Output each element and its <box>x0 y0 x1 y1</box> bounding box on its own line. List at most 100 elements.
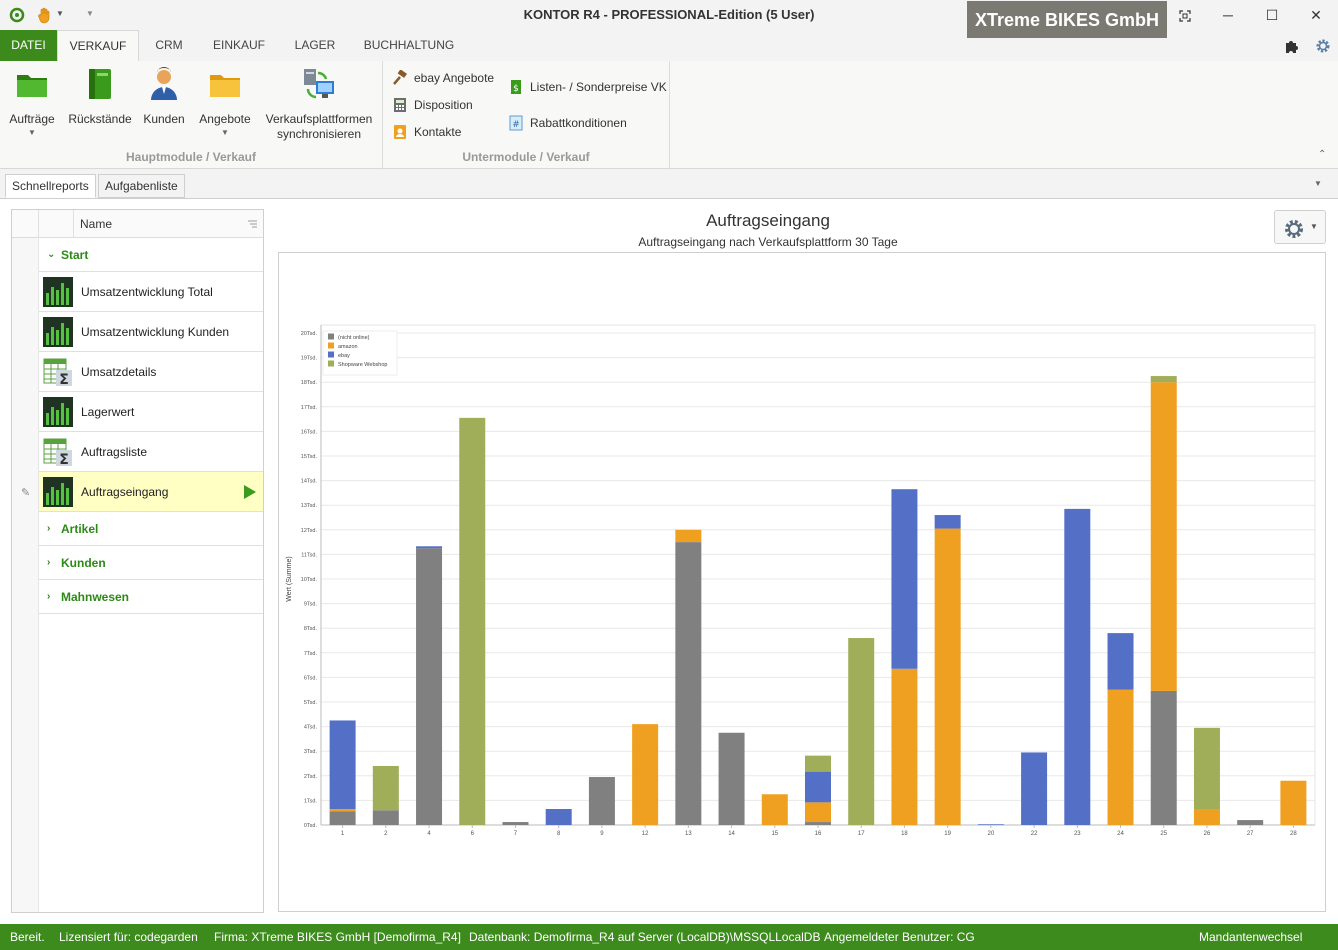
tab-buchhaltung[interactable]: BUCHHALTUNG <box>356 30 462 61</box>
x-tick-label: 16 <box>815 831 822 837</box>
bar-segment <box>1280 780 1307 825</box>
tab-schnellreports[interactable]: Schnellreports <box>5 174 96 198</box>
disposition-button[interactable]: Disposition <box>392 97 473 113</box>
x-tick-label: 17 <box>858 831 865 837</box>
bar-segment <box>1193 809 1220 825</box>
sync-platforms-button[interactable]: Verkaufsplattformen synchronisieren <box>262 67 376 141</box>
nav-group-kunden[interactable]: › Kunden <box>39 546 263 580</box>
tabs-dropdown-icon[interactable]: ▼ <box>1314 179 1322 188</box>
puzzle-icon[interactable] <box>1284 38 1300 54</box>
gear-icon <box>1285 220 1303 238</box>
fullscreen-button[interactable] <box>1163 0 1207 30</box>
nav-item-lagerwert[interactable]: Lagerwert <box>39 392 263 432</box>
nav-item-auftragseingang[interactable]: Auftragseingang <box>39 472 263 512</box>
document-tabs: Schnellreports Aufgabenliste ▼ <box>0 169 1338 199</box>
nav-group-start[interactable]: ⌄ Start <box>39 238 263 272</box>
bar-report-icon <box>43 396 73 427</box>
bar-segment <box>502 822 529 825</box>
y-tick-label: 1Tsd. <box>304 798 318 804</box>
auftraege-button[interactable]: Aufträge ▼ <box>6 67 58 137</box>
bar-segment <box>1107 689 1134 825</box>
y-tick-label: 14Tsd. <box>301 479 318 485</box>
status-license: Lizensiert für: codegarden <box>59 930 198 944</box>
bar-segment <box>848 638 875 825</box>
nav-group-mahnwesen[interactable]: › Mahnwesen <box>39 580 263 614</box>
sort-icon[interactable] <box>248 220 257 228</box>
mandantenwechsel-link[interactable]: Mandantenwechsel <box>1199 930 1302 944</box>
ribbon-divider <box>669 61 670 169</box>
nav-item-umsatzentwicklung-kunden[interactable]: Umsatzentwicklung Kunden <box>39 312 263 352</box>
bar-segment <box>718 732 745 825</box>
play-icon[interactable] <box>243 485 257 499</box>
rueckstaende-button[interactable]: Rückstände <box>66 67 134 126</box>
address-book-icon <box>394 125 406 139</box>
tab-einkauf[interactable]: EINKAUF <box>207 30 271 61</box>
status-ready: Bereit. <box>10 930 45 944</box>
bar-segment <box>891 668 918 825</box>
bar-segment <box>329 720 356 810</box>
ebay-angebote-button[interactable]: ebay Angebote <box>392 70 494 86</box>
x-tick-label: 6 <box>471 831 475 837</box>
bar-segment <box>1237 820 1264 825</box>
y-tick-label: 18Tsd. <box>301 380 318 386</box>
svg-text:$: $ <box>513 84 519 94</box>
person-icon <box>151 67 177 100</box>
tab-verkauf[interactable]: VERKAUF <box>57 30 139 61</box>
bar-report-icon <box>43 276 73 307</box>
y-tick-label: 4Tsd. <box>304 725 318 731</box>
bar-segment <box>891 489 918 669</box>
sonderpreise-button[interactable]: $ Listen- / Sonderpreise VK <box>508 79 667 95</box>
chart-settings-button[interactable]: ▼ <box>1274 210 1326 244</box>
bar-report-icon <box>43 316 73 347</box>
nav-item-umsatzentwicklung-total[interactable]: Umsatzentwicklung Total <box>39 272 263 312</box>
tab-crm[interactable]: CRM <box>147 30 191 61</box>
x-tick-label: 14 <box>728 831 735 837</box>
x-tick-label: 7 <box>514 831 518 837</box>
tab-lager[interactable]: LAGER <box>288 30 342 61</box>
bar-segment <box>329 811 356 825</box>
gear-icon[interactable] <box>1315 38 1331 54</box>
bar-segment <box>1150 690 1177 825</box>
x-tick-label: 12 <box>642 831 649 837</box>
collapse-ribbon-icon[interactable]: ⌃ <box>1318 149 1326 160</box>
bar-segment <box>805 755 831 772</box>
minimize-button[interactable]: ─ <box>1206 0 1250 30</box>
bar-segment <box>1021 752 1048 825</box>
y-tick-label: 16Tsd. <box>301 429 318 435</box>
bar-segment <box>977 824 1004 826</box>
nav-group-artikel[interactable]: › Artikel <box>39 512 263 546</box>
y-tick-label: 13Tsd. <box>301 503 318 509</box>
y-tick-label: 19Tsd. <box>301 356 318 362</box>
chart-area: 0Tsd. 1Tsd. 2Tsd. 3Tsd. 4Tsd. 5Tsd. 6Tsd. 7Tsd.… <box>278 252 1326 912</box>
bar-segment <box>459 417 486 825</box>
rabattkonditionen-button[interactable]: # Rabattkonditionen <box>508 115 627 131</box>
legend-swatch <box>328 351 334 358</box>
bar-segment <box>416 546 443 549</box>
status-user: Angemeldeter Benutzer: CG <box>824 930 975 944</box>
nav-gutter: ✎ <box>12 238 39 912</box>
tab-aufgabenliste[interactable]: Aufgabenliste <box>98 174 185 198</box>
legend-swatch <box>328 333 334 340</box>
tab-datei[interactable]: DATEI <box>0 30 57 61</box>
maximize-button[interactable]: ☐ <box>1250 0 1294 30</box>
svg-text:Σ: Σ <box>59 372 69 387</box>
sum-table-icon: Σ <box>43 358 72 387</box>
kontakte-button[interactable]: Kontakte <box>392 124 461 140</box>
column-header-name[interactable]: Name <box>80 217 112 231</box>
chevron-down-icon: ▼ <box>28 128 36 137</box>
calculator-icon <box>394 98 406 112</box>
x-tick-label: 22 <box>1031 831 1038 837</box>
y-tick-label: 2Tsd. <box>304 774 318 780</box>
y-tick-label: 10Tsd. <box>301 577 318 583</box>
bar-segment <box>805 822 831 825</box>
status-company: Firma: XTreme BIKES GmbH [Demofirma_R4] <box>214 930 461 944</box>
nav-item-umsatzdetails[interactable]: Σ Umsatzdetails <box>39 352 263 392</box>
close-button[interactable]: ✕ <box>1294 0 1338 30</box>
price-list-icon: $ <box>511 80 521 94</box>
close-icon: ✕ <box>1310 7 1322 23</box>
green-folder-icon <box>17 75 47 97</box>
kunden-button[interactable]: Kunden <box>140 67 188 126</box>
chevron-right-icon: › <box>47 591 51 602</box>
angebote-button[interactable]: Angebote ▼ <box>196 67 254 137</box>
nav-item-auftragsliste[interactable]: Σ Auftragsliste <box>39 432 263 472</box>
